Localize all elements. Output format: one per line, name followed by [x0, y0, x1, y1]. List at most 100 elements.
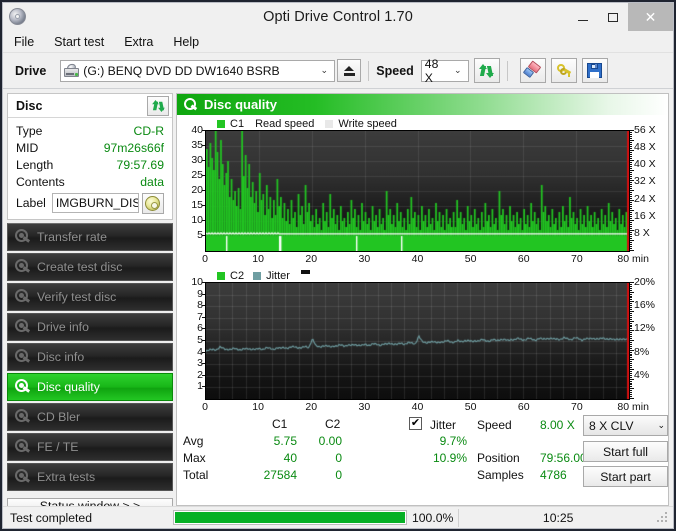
- speed-select[interactable]: 48 X ⌄: [420, 57, 469, 85]
- menu-item-help[interactable]: Help: [170, 34, 202, 50]
- menu-item-file[interactable]: File: [11, 34, 37, 50]
- y2-tick-label: 56 X: [634, 124, 656, 136]
- y2-tick-mark: [630, 394, 632, 396]
- chevron-down-icon: ⌄: [657, 420, 665, 430]
- sidebar-item-label: Create test disc: [37, 260, 123, 274]
- resize-grip[interactable]: [657, 511, 669, 524]
- y2-tick-mark: [630, 200, 634, 201]
- keys-icon: [556, 63, 572, 78]
- sidebar-item-fe-te[interactable]: FE / TE: [7, 433, 173, 461]
- menu-item-extra[interactable]: Extra: [121, 34, 156, 50]
- y2-tick-mark: [630, 338, 632, 340]
- legend-label-read-speed: Read speed: [255, 117, 315, 130]
- status-message: Test completed: [10, 510, 92, 525]
- save-button[interactable]: [581, 58, 608, 83]
- disc-row-mid: MID 97m26s66f: [16, 139, 164, 156]
- x-tick-label: 20: [305, 401, 318, 413]
- y2-tick-mark: [630, 320, 634, 322]
- disc-label-input[interactable]: IMGBURN_DIS: [51, 193, 139, 213]
- y2-tick-mark: [630, 180, 634, 181]
- toolbar-divider-1: [368, 60, 370, 81]
- disc-type-value: CD-R: [133, 123, 164, 138]
- y2-tick-label: 8 X: [634, 226, 650, 239]
- y2-tick-mark: [630, 367, 632, 369]
- stats-avg-c2: 0.00: [318, 434, 342, 448]
- c1-chart-legend: C1 Read speed Write speed: [179, 117, 666, 130]
- y2-tick-mark: [630, 206, 632, 207]
- y2-tick-mark: [630, 378, 634, 380]
- y2-tick-mark: [630, 146, 632, 147]
- y2-tick-label: 40 X: [634, 158, 656, 171]
- refresh-button[interactable]: [473, 58, 500, 83]
- drive-select[interactable]: (G:) BENQ DVD DD DW1640 BSRB ⌄: [60, 59, 336, 82]
- sidebar-item-disc-info[interactable]: Disc info: [7, 343, 173, 371]
- disc-row-label: Label IMGBURN_DIS: [16, 192, 164, 214]
- y2-tick-mark: [630, 343, 632, 345]
- sidebar-item-verify-test-disc[interactable]: Verify test disc: [7, 283, 173, 311]
- jitter-checkbox[interactable]: ✔: [409, 417, 422, 430]
- c2-y-axis-left: 1 2 3 4 5 6 7 8 9 10: [179, 276, 205, 398]
- title-bar: Opti Drive Control 1.70 ✕: [3, 3, 673, 31]
- c1-read-speed-chart: C1 Read speed Write speed 5 10 15 20 25 30 35 4…: [179, 117, 666, 267]
- disc-row-length: Length 79:57.69: [16, 156, 164, 173]
- stats-total-c2: 0: [335, 468, 342, 482]
- sidebar-item-disc-quality[interactable]: Disc quality: [7, 373, 173, 401]
- y2-tick-mark: [630, 341, 632, 343]
- settings-keys-button[interactable]: [550, 58, 577, 83]
- y2-tick-mark: [630, 285, 632, 287]
- sidebar-item-label: FE / TE: [37, 440, 79, 454]
- disc-panel-header: Disc: [8, 94, 172, 118]
- y2-tick-mark: [630, 330, 634, 332]
- y2-tick-mark: [630, 336, 632, 338]
- legend-label-jitter: Jitter: [266, 269, 290, 282]
- sidebar-item-drive-info[interactable]: Drive info: [7, 313, 173, 341]
- disc-label-browse-button[interactable]: [141, 192, 164, 214]
- y2-tick-mark: [630, 186, 632, 187]
- disc-type-label: Type: [16, 123, 43, 138]
- write-speed-select[interactable]: 8 X CLV ⌄: [583, 415, 668, 436]
- sidebar-item-create-test-disc[interactable]: Create test disc: [7, 253, 173, 281]
- x-tick-label: 40: [411, 253, 424, 265]
- progress-percent: 100.0%: [412, 510, 454, 525]
- y2-tick-mark: [630, 355, 632, 357]
- write-speed-value: 8 X CLV: [589, 418, 634, 433]
- y2-tick-mark: [630, 212, 632, 213]
- y2-tick-mark: [630, 152, 632, 153]
- y2-tick-mark: [630, 365, 632, 367]
- chevron-down-icon: ⌄: [454, 65, 462, 75]
- menu-item-start-test[interactable]: Start test: [51, 34, 107, 50]
- disc-contents-value: data: [140, 174, 164, 189]
- y2-tick-mark: [630, 198, 632, 199]
- application-window: Opti Drive Control 1.70 ✕ File Start tes…: [2, 2, 674, 529]
- sidebar-item-extra-tests[interactable]: Extra tests: [7, 463, 173, 491]
- disc-panel-title: Disc: [16, 98, 43, 113]
- y2-tick-mark: [630, 172, 632, 173]
- y2-tick-mark: [630, 382, 632, 384]
- start-part-button[interactable]: Start part: [583, 466, 668, 487]
- disc-info-panel: Disc Type CD-R MID 97m26s66f Length 79:5…: [7, 93, 173, 220]
- stats-row-label-max: Max: [183, 451, 206, 465]
- legend-label-write-speed: Write speed: [338, 117, 397, 130]
- disc-test-icon: [14, 439, 31, 455]
- menu-bar: File Start test Extra Help: [3, 31, 673, 53]
- stats-speed-label: Speed: [477, 418, 512, 432]
- y2-tick-mark: [630, 154, 632, 155]
- y2-tick-mark: [630, 132, 632, 133]
- sidebar-item-cd-bler[interactable]: CD Bler: [7, 403, 173, 431]
- disc-quality-header: Disc quality: [177, 94, 668, 115]
- y2-tick-mark: [630, 244, 632, 245]
- y2-tick-mark: [630, 357, 632, 359]
- y2-tick-mark: [630, 144, 632, 145]
- x-tick-label: 40: [411, 401, 424, 413]
- stats-row-label-avg: Avg: [183, 434, 204, 448]
- start-full-button[interactable]: Start full: [583, 441, 668, 462]
- y2-tick-mark: [630, 150, 634, 151]
- disc-refresh-button[interactable]: [147, 95, 169, 116]
- y2-tick-mark: [630, 316, 632, 318]
- y2-tick-mark: [630, 311, 634, 312]
- y2-tick-mark: [630, 168, 632, 169]
- sidebar-item-transfer-rate[interactable]: Transfer rate: [7, 223, 173, 251]
- disc-properties: Type CD-R MID 97m26s66f Length 79:57.69 …: [8, 118, 172, 219]
- erase-button[interactable]: [519, 58, 546, 83]
- eject-button[interactable]: [337, 59, 362, 82]
